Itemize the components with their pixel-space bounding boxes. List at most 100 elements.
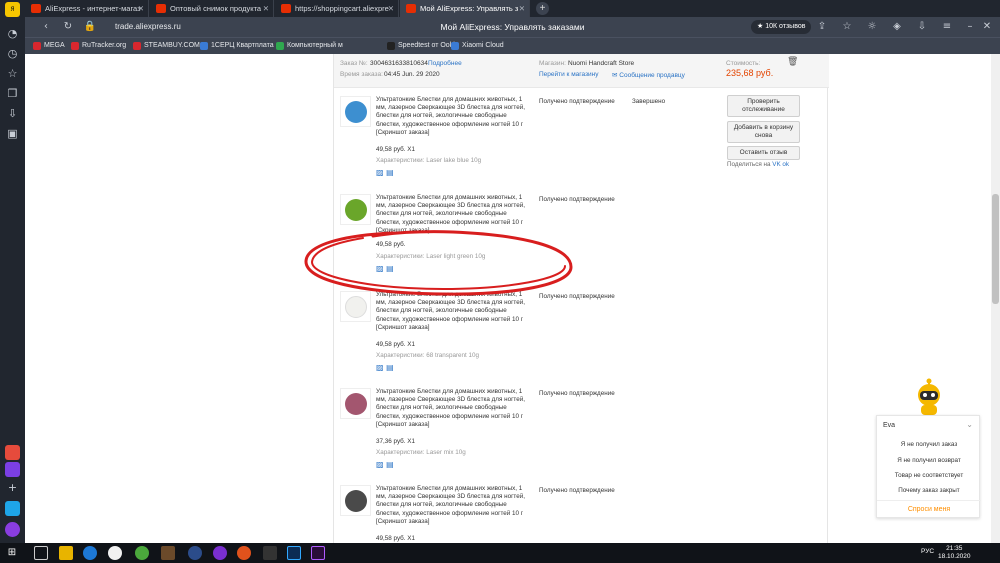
tab-manage-orders[interactable]: Мой AliExpress: Управлять з ✕ — [400, 0, 530, 17]
image-icon[interactable]: ▨ — [376, 460, 384, 469]
game-icon[interactable] — [161, 546, 175, 560]
app-icon[interactable] — [263, 546, 277, 560]
menu-icon[interactable]: ≡ — [940, 20, 954, 34]
page-scrollbar[interactable] — [991, 54, 1000, 543]
yandex-browser-icon[interactable] — [108, 546, 122, 560]
message-seller-link[interactable]: ✉ Сообщение продавцу — [612, 71, 685, 79]
bookmark-kvartplata[interactable]: 1СЕРЦ Квартплата — [200, 38, 274, 54]
edge-icon[interactable] — [83, 546, 97, 560]
order-header: Заказ №: 3004631633810634 Подробнее Врем… — [334, 54, 829, 88]
close-icon[interactable]: ✕ — [519, 0, 525, 17]
order-screenshot-link[interactable]: [Скриншот заказа] — [376, 129, 429, 136]
ask-me-button[interactable]: Спроси меня — [877, 500, 981, 518]
trash-icon[interactable]: 🗑 — [787, 57, 798, 67]
item-status: Получено подтверждение — [539, 98, 615, 105]
bookmark-xiaomi-cloud[interactable]: Xiaomi Cloud — [451, 38, 504, 54]
assistant-mascot-icon[interactable] — [911, 377, 947, 417]
bookmark-computer[interactable]: Компьютерный м — [276, 38, 343, 54]
messenger-app-icon[interactable] — [5, 501, 20, 516]
chevron-down-icon[interactable]: ⌄ — [966, 420, 973, 429]
input-language[interactable]: РУС — [921, 548, 934, 555]
bell-icon[interactable]: ◔ — [5, 26, 20, 41]
product-price: 37,36 руб. X1 — [376, 438, 415, 445]
addon-icon[interactable]: ▣ — [5, 126, 20, 141]
lightbulb-icon[interactable]: ☼ — [865, 20, 879, 34]
photoshop-icon[interactable] — [287, 546, 301, 560]
product-title[interactable]: Ультратонкие Блестки для домашних животн… — [376, 194, 531, 227]
collections-icon[interactable]: ❐ — [5, 86, 20, 101]
order-screenshot-link[interactable]: [Скриншот заказа] — [376, 324, 429, 331]
product-thumbnail[interactable] — [340, 194, 371, 225]
file-explorer-icon[interactable] — [59, 546, 73, 560]
close-icon[interactable]: ✕ — [138, 0, 144, 17]
add-panel-icon[interactable]: + — [5, 480, 20, 495]
premiere-icon[interactable] — [311, 546, 325, 560]
product-thumbnail[interactable] — [340, 388, 371, 419]
item-icons: ▨ ▤ — [376, 168, 394, 177]
music-app-icon[interactable] — [5, 462, 20, 477]
download-icon[interactable]: ⇩ — [5, 106, 20, 121]
order-screenshot-link[interactable]: [Скриншот заказа] — [376, 421, 429, 428]
product-title[interactable]: Ультратонкие Блестки для домашних животн… — [376, 388, 531, 421]
system-clock[interactable]: 21:35 18.10.2020 — [938, 545, 971, 561]
extension-icon[interactable]: ◈ — [890, 20, 904, 34]
vk-share-icon[interactable]: VK — [772, 161, 780, 168]
share-icon[interactable]: ⇪ — [815, 20, 829, 34]
steam-icon[interactable] — [188, 546, 202, 560]
ok-share-icon[interactable]: ok — [782, 161, 789, 168]
go-to-store-link[interactable]: Перейти к магазину — [539, 71, 599, 78]
bookmark-mega[interactable]: MEGA — [33, 38, 65, 54]
product-thumbnail[interactable] — [340, 485, 371, 516]
chat-option-not-matching[interactable]: Товар не соответствует — [877, 472, 981, 479]
bookmark-icon[interactable]: ☆ — [840, 20, 854, 34]
product-title[interactable]: Ультратонкие Блестки для домашних животн… — [376, 485, 531, 518]
order-number-label: Заказ №: — [340, 60, 368, 67]
bookmark-speedtest[interactable]: Speedtest от Ookla — [387, 38, 459, 54]
tab-wholesale-snapshot[interactable]: Оптовый снимок продукта ✕ — [150, 0, 274, 17]
chat-option-not-received[interactable]: Я не получил заказ — [877, 441, 981, 448]
alice-assistant-icon[interactable] — [5, 522, 20, 537]
yandex-logo-icon[interactable]: Я — [5, 2, 20, 17]
snapshot-icon[interactable]: ▤ — [386, 460, 394, 469]
windows-start-icon[interactable]: ⊞ — [5, 546, 19, 560]
utorrent-icon[interactable] — [135, 546, 149, 560]
tab-aliexpress-home[interactable]: AliExpress - интернет-магаз ✕ — [25, 0, 149, 17]
chat-option-no-refund[interactable]: Я не получил возврат — [877, 457, 981, 464]
store-label: Магазин: — [539, 60, 566, 67]
add-to-cart-again-button[interactable]: Добавить в корзину снова — [727, 121, 800, 143]
snapshot-icon[interactable]: ▤ — [386, 168, 394, 177]
cost-label: Стоимость: — [726, 60, 761, 67]
share-row: Поделиться на VK ok — [727, 161, 789, 168]
mail-app-icon[interactable] — [5, 445, 20, 460]
tab-shopping-cart[interactable]: https://shoppingcart.aliexpre ✕ — [275, 0, 399, 17]
aliexpress-favicon-icon — [281, 4, 291, 13]
order-details-link[interactable]: Подробнее — [428, 60, 462, 67]
clock-icon[interactable]: ◷ — [5, 46, 20, 61]
minimize-icon[interactable]: – — [963, 20, 977, 34]
product-thumbnail[interactable] — [340, 96, 371, 127]
new-tab-button[interactable]: + — [536, 2, 549, 15]
close-window-icon[interactable]: ✕ — [980, 20, 994, 34]
bookmark-rutracker[interactable]: RuTracker.org — [71, 38, 126, 54]
app-icon[interactable] — [213, 546, 227, 560]
check-tracking-button[interactable]: Проверить отслеживание — [727, 95, 800, 117]
close-icon[interactable]: ✕ — [263, 0, 269, 17]
leave-review-button[interactable]: Оставить отзыв — [727, 146, 800, 160]
star-icon[interactable]: ☆ — [5, 66, 20, 81]
support-chat-widget: Eva ⌄ Я не получил заказ Я не получил во… — [876, 415, 981, 518]
origin-icon[interactable] — [237, 546, 251, 560]
snapshot-icon[interactable]: ▤ — [386, 363, 394, 372]
image-icon[interactable]: ▨ — [376, 363, 384, 372]
downloads-icon[interactable]: ⇩ — [915, 20, 929, 34]
product-spec: Характеристики: Laser mix 10g — [376, 449, 466, 456]
reviews-badge[interactable]: ★ 10К отзывов — [751, 20, 812, 34]
product-spec: Характеристики: Laser lake blue 10g — [376, 157, 482, 164]
scrollbar-thumb[interactable] — [992, 194, 999, 304]
product-title[interactable]: Ультратонкие Блестки для домашних животн… — [376, 96, 531, 129]
order-screenshot-link[interactable]: [Скриншот заказа] — [376, 518, 429, 525]
close-icon[interactable]: ✕ — [388, 0, 394, 17]
bookmark-steambuy[interactable]: STEAMBUY.COM — [133, 38, 200, 54]
image-icon[interactable]: ▨ — [376, 168, 384, 177]
task-view-icon[interactable] — [34, 546, 48, 560]
chat-option-order-closed[interactable]: Почему заказ закрыт — [877, 487, 981, 494]
